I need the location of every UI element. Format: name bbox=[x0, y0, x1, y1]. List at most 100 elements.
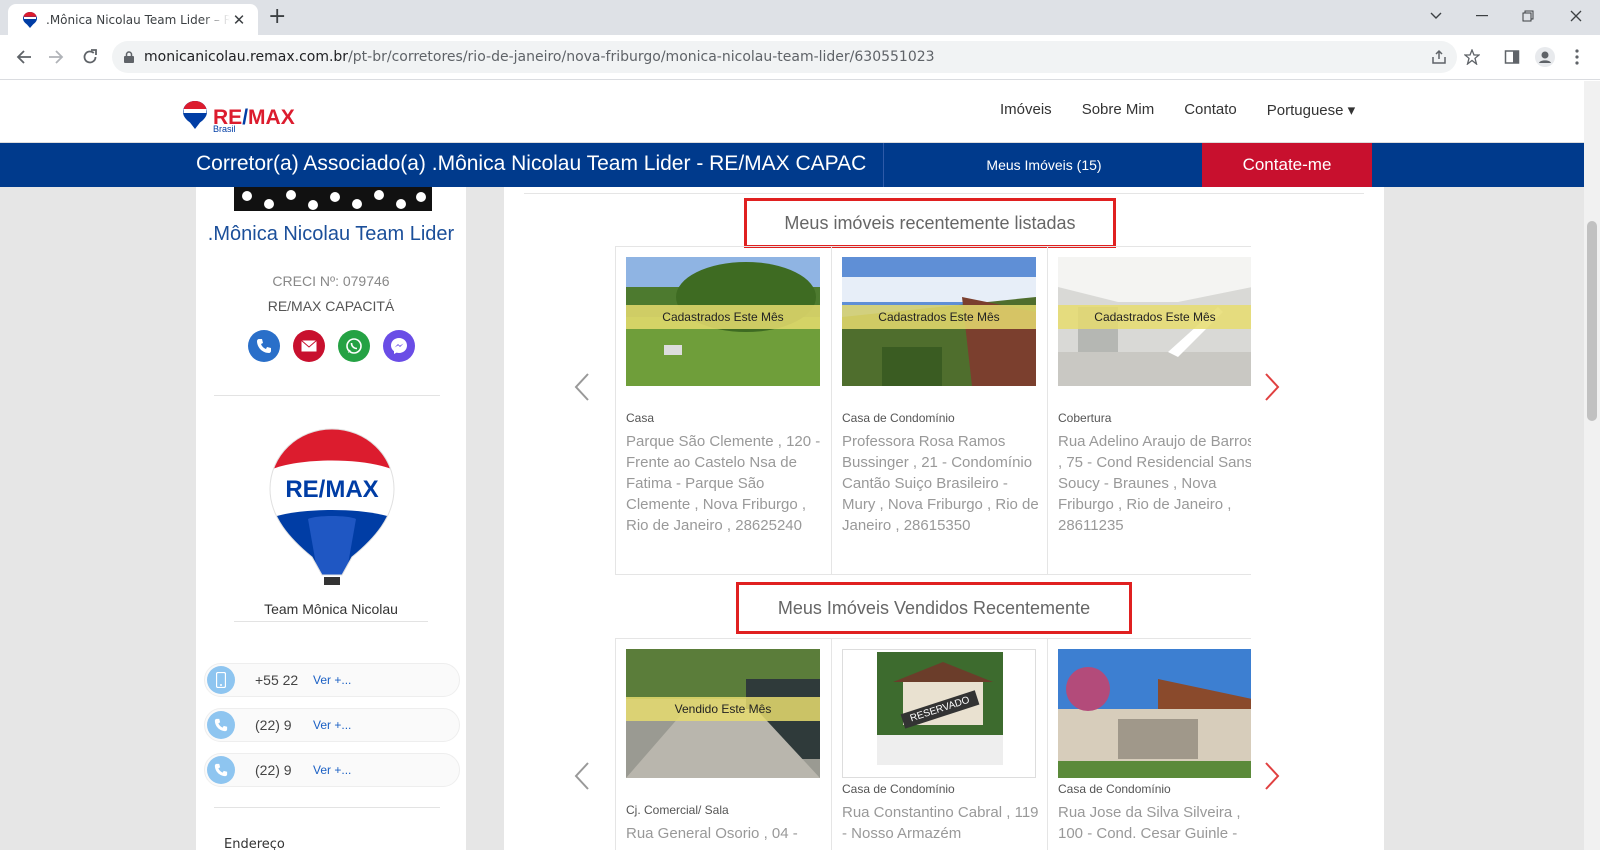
agent-heading: Corretor(a) Associado(a) .Mônica Nicolau… bbox=[196, 152, 868, 175]
nav-sobre-mim[interactable]: Sobre Mim bbox=[1082, 101, 1155, 119]
remax-logo[interactable]: RE/MAX Brasil bbox=[183, 101, 295, 135]
property-address: Professora Rosa Ramos Bussinger , 21 - C… bbox=[842, 433, 1039, 534]
sold-this-month-ribbon: Vendido Este Mês bbox=[626, 697, 820, 721]
nav-imoveis[interactable]: Imóveis bbox=[1000, 101, 1052, 119]
logo-wordmark: RE/MAX Brasil bbox=[213, 106, 295, 134]
tab-search-icon[interactable] bbox=[1413, 0, 1459, 32]
social-contact-icons bbox=[248, 330, 428, 362]
carousel-next-icon[interactable] bbox=[1261, 760, 1283, 792]
see-more-link[interactable]: Ver +... bbox=[313, 763, 351, 777]
remax-balloon-logo-icon bbox=[183, 101, 207, 135]
property-address: Rua Adelino Araujo de Barros , 75 - Cond… bbox=[1058, 433, 1251, 534]
carousel-prev-icon[interactable] bbox=[571, 371, 593, 403]
back-icon[interactable] bbox=[12, 45, 36, 69]
side-panel-icon[interactable] bbox=[1500, 45, 1524, 69]
carousel-prev-icon[interactable] bbox=[571, 760, 593, 792]
recently-listed-carousel: Cadastrados Este Mês Casa Parque São Cle… bbox=[615, 246, 1251, 575]
share-icon[interactable] bbox=[1427, 45, 1451, 69]
restore-icon[interactable] bbox=[1505, 0, 1551, 32]
see-more-link[interactable]: Ver +... bbox=[313, 673, 351, 687]
sidebar-divider-3 bbox=[214, 807, 440, 808]
property-photo[interactable]: Cadastrados Este Mês bbox=[1058, 257, 1251, 386]
top-nav: Imóveis Sobre Mim Contato Portuguese ▾ bbox=[970, 101, 1355, 119]
whatsapp-icon[interactable] bbox=[338, 330, 370, 362]
browser-toolbar: monicanicolau.remax.com.br/pt-br/correto… bbox=[0, 35, 1600, 80]
contact-me-button[interactable]: Contate-me bbox=[1202, 143, 1372, 187]
nav-language-dropdown[interactable]: Portuguese ▾ bbox=[1267, 101, 1355, 119]
new-this-month-ribbon: Cadastrados Este Mês bbox=[1058, 305, 1251, 329]
recently-sold-title: Meus Imóveis Vendidos Recentemente bbox=[736, 582, 1132, 634]
messenger-icon[interactable] bbox=[383, 330, 415, 362]
site-header: RE/MAX Brasil Imóveis Sobre Mim Contato P… bbox=[0, 81, 1584, 143]
phone-row-landline[interactable]: (22) 9 Ver +... bbox=[204, 708, 460, 742]
my-properties-link[interactable]: Meus Imóveis (15) bbox=[884, 143, 1204, 187]
property-address: Rua Constantino Cabral , 119 - Nosso Arm… bbox=[842, 804, 1039, 842]
agent-name: .Mônica Nicolau Team Lider bbox=[207, 223, 455, 245]
new-tab-button[interactable]: + bbox=[268, 5, 286, 29]
carousel-next-icon[interactable] bbox=[1261, 371, 1283, 403]
phone-icon[interactable] bbox=[248, 330, 280, 362]
agent-sidebar: .Mônica Nicolau Team Lider CRECI Nº: 079… bbox=[196, 187, 466, 850]
new-this-month-ribbon: Cadastrados Este Mês bbox=[842, 305, 1036, 329]
property-card[interactable]: Cadastrados Este Mês Casa de Condomínio … bbox=[832, 247, 1048, 574]
phone-row-mobile[interactable]: +55 22 Ver +... bbox=[204, 663, 460, 697]
property-type: Casa de Condomínio bbox=[842, 411, 955, 425]
profile-avatar-icon[interactable] bbox=[1533, 45, 1557, 69]
page-viewport: RE/MAX Brasil Imóveis Sobre Mim Contato P… bbox=[0, 81, 1584, 850]
property-photo[interactable]: RESERVADO bbox=[842, 649, 1036, 778]
property-type: Casa de Condomínio bbox=[1058, 782, 1171, 796]
see-more-link[interactable]: Ver +... bbox=[313, 718, 351, 732]
browser-tab-bar: .Mônica Nicolau Team Lider – RE/MAX ✕ + bbox=[0, 0, 1600, 35]
mobile-icon bbox=[207, 666, 235, 694]
property-card[interactable]: Cadastrados Este Mês Casa Parque São Cle… bbox=[616, 247, 832, 574]
agent-photo bbox=[234, 187, 432, 211]
property-photo[interactable]: Cadastrados Este Mês bbox=[842, 257, 1036, 386]
nav-contato[interactable]: Contato bbox=[1184, 101, 1237, 119]
property-card[interactable]: Vendido Este Mês Cj. Comercial/ Sala Rua… bbox=[616, 639, 832, 850]
phone-row-landline-2[interactable]: (22) 9 Ver +... bbox=[204, 753, 460, 787]
page-scrollbar[interactable] bbox=[1584, 81, 1600, 850]
phone-number: (22) 9 bbox=[255, 717, 292, 733]
url-text: monicanicolau.remax.com.br/pt-br/correto… bbox=[144, 49, 935, 65]
minimize-icon[interactable] bbox=[1459, 0, 1505, 32]
recently-listed-title: Meus imóveis recentemente listadas bbox=[744, 198, 1116, 248]
property-address: Rua General Osorio , 04 - bbox=[626, 825, 798, 842]
recently-sold-carousel: Vendido Este Mês Cj. Comercial/ Sala Rua… bbox=[615, 638, 1251, 850]
balloon-logo-text: RE/MAX bbox=[285, 476, 378, 503]
remax-balloon-image: RE/MAX bbox=[268, 427, 396, 587]
property-address: Rua Jose da Silva Silveira , 100 - Cond.… bbox=[1058, 804, 1241, 842]
reload-icon[interactable] bbox=[78, 45, 102, 69]
agent-title-bar: Corretor(a) Associado(a) .Mônica Nicolau… bbox=[0, 143, 1584, 187]
property-card[interactable]: Casa de Condomínio Rua Jose da Silva Sil… bbox=[1048, 639, 1251, 850]
phone-number: +55 22 bbox=[255, 672, 299, 688]
listings-panel: Meus imóveis recentemente listadas Cadas… bbox=[504, 187, 1384, 850]
logo-max: MAX bbox=[248, 106, 295, 129]
property-type: Casa de Condomínio bbox=[842, 782, 955, 796]
email-icon[interactable] bbox=[293, 330, 325, 362]
sidebar-divider-2 bbox=[234, 621, 428, 622]
scrollbar-thumb[interactable] bbox=[1587, 221, 1597, 421]
forward-icon[interactable] bbox=[44, 45, 68, 69]
main-top-divider bbox=[524, 193, 1364, 194]
window-close-icon[interactable] bbox=[1553, 0, 1599, 32]
property-card[interactable]: RESERVADO Casa de Condomínio Rua Constan… bbox=[832, 639, 1048, 850]
office-name: RE/MAX CAPACITÁ bbox=[267, 298, 395, 314]
phone-number: (22) 9 bbox=[255, 762, 292, 778]
sidebar-divider bbox=[214, 395, 440, 396]
property-photo[interactable] bbox=[1058, 649, 1251, 778]
property-photo[interactable]: Cadastrados Este Mês bbox=[626, 257, 820, 386]
tab-title: .Mônica Nicolau Team Lider – RE/MAX bbox=[46, 12, 230, 27]
tab-close-icon[interactable]: ✕ bbox=[230, 11, 248, 29]
bookmark-star-icon[interactable] bbox=[1460, 45, 1484, 69]
phone-icon bbox=[207, 711, 235, 739]
property-photo[interactable]: Vendido Este Mês bbox=[626, 649, 820, 778]
url-path: /pt-br/corretores/rio-de-janeiro/nova-fr… bbox=[348, 49, 935, 65]
browser-tab[interactable]: .Mônica Nicolau Team Lider – RE/MAX ✕ bbox=[8, 4, 258, 35]
property-type: Cobertura bbox=[1058, 411, 1112, 425]
address-bar[interactable]: monicanicolau.remax.com.br/pt-br/correto… bbox=[112, 41, 1457, 73]
team-name: Team Mônica Nicolau bbox=[264, 601, 398, 617]
menu-kebab-icon[interactable] bbox=[1565, 45, 1589, 69]
logo-sub: Brasil bbox=[213, 124, 236, 134]
property-card[interactable]: Cadastrados Este Mês Cobertura Rua Adeli… bbox=[1048, 247, 1251, 574]
url-host: monicanicolau.remax.com.br bbox=[144, 49, 349, 65]
